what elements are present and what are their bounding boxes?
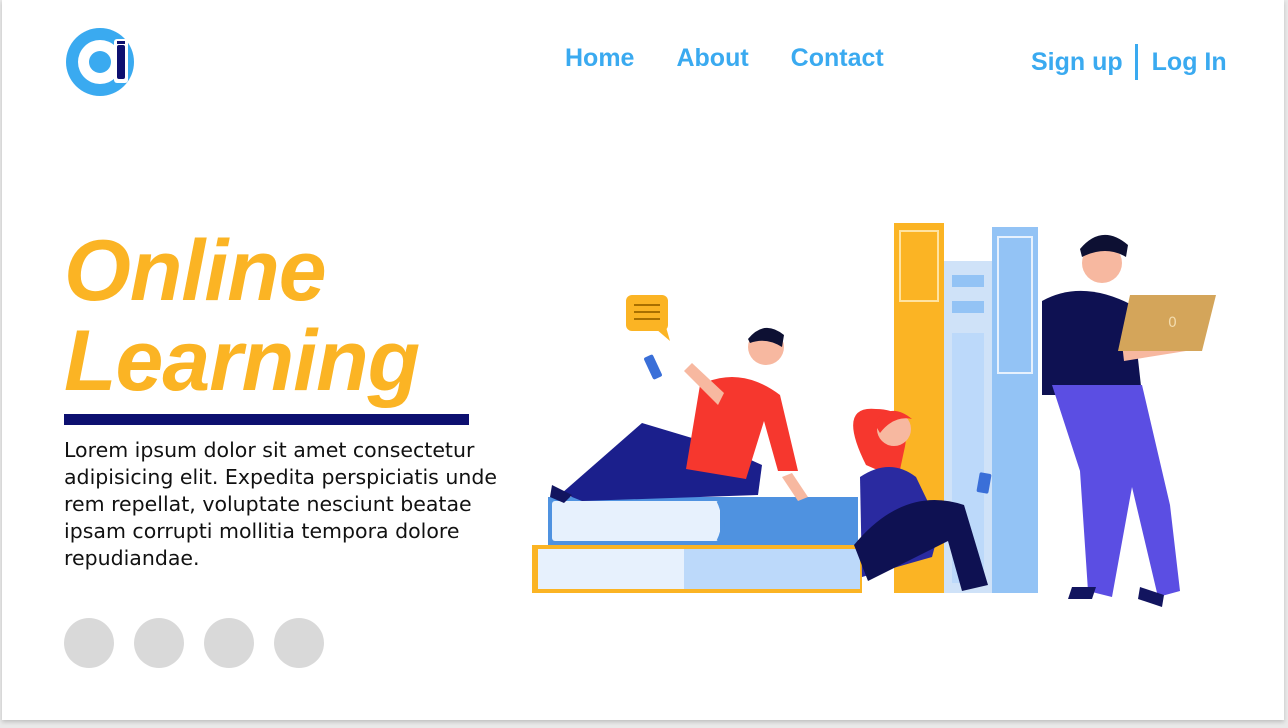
laptop-mark: 0	[1168, 315, 1177, 331]
laptop-icon	[1118, 295, 1216, 351]
carousel-dot-4[interactable]	[274, 618, 324, 668]
nav-contact[interactable]: Contact	[791, 44, 884, 73]
logo-icon[interactable]	[64, 25, 138, 99]
carousel-dot-3[interactable]	[204, 618, 254, 668]
carousel-dot-2[interactable]	[134, 618, 184, 668]
hero-title: Online Learning	[64, 223, 420, 409]
main-nav: Home About Contact	[565, 44, 884, 73]
auth-divider	[1134, 44, 1138, 80]
auth-links: Sign up Log In	[1031, 44, 1227, 80]
nav-home[interactable]: Home	[565, 44, 634, 73]
login-link[interactable]: Log In	[1152, 48, 1227, 77]
chat-bubble-icon	[626, 295, 670, 341]
landing-page: Home About Contact Sign up Log In Online…	[2, 0, 1284, 720]
carousel-dot-1[interactable]	[64, 618, 114, 668]
signup-link[interactable]: Sign up	[1031, 48, 1123, 77]
standing-student-illustration: 0	[1042, 234, 1216, 607]
title-underline	[64, 414, 469, 425]
carousel-dots	[64, 618, 324, 668]
hero-description: Lorem ipsum dolor sit amet consectetur a…	[64, 438, 497, 570]
hero-title-line2: Learning	[64, 313, 420, 409]
online-learning-illustration: 0	[532, 223, 1216, 607]
books-stack-illustration	[532, 497, 862, 593]
reclining-student-illustration	[550, 327, 808, 503]
hero-title-line1: Online	[64, 223, 327, 319]
nav-about[interactable]: About	[676, 44, 748, 73]
